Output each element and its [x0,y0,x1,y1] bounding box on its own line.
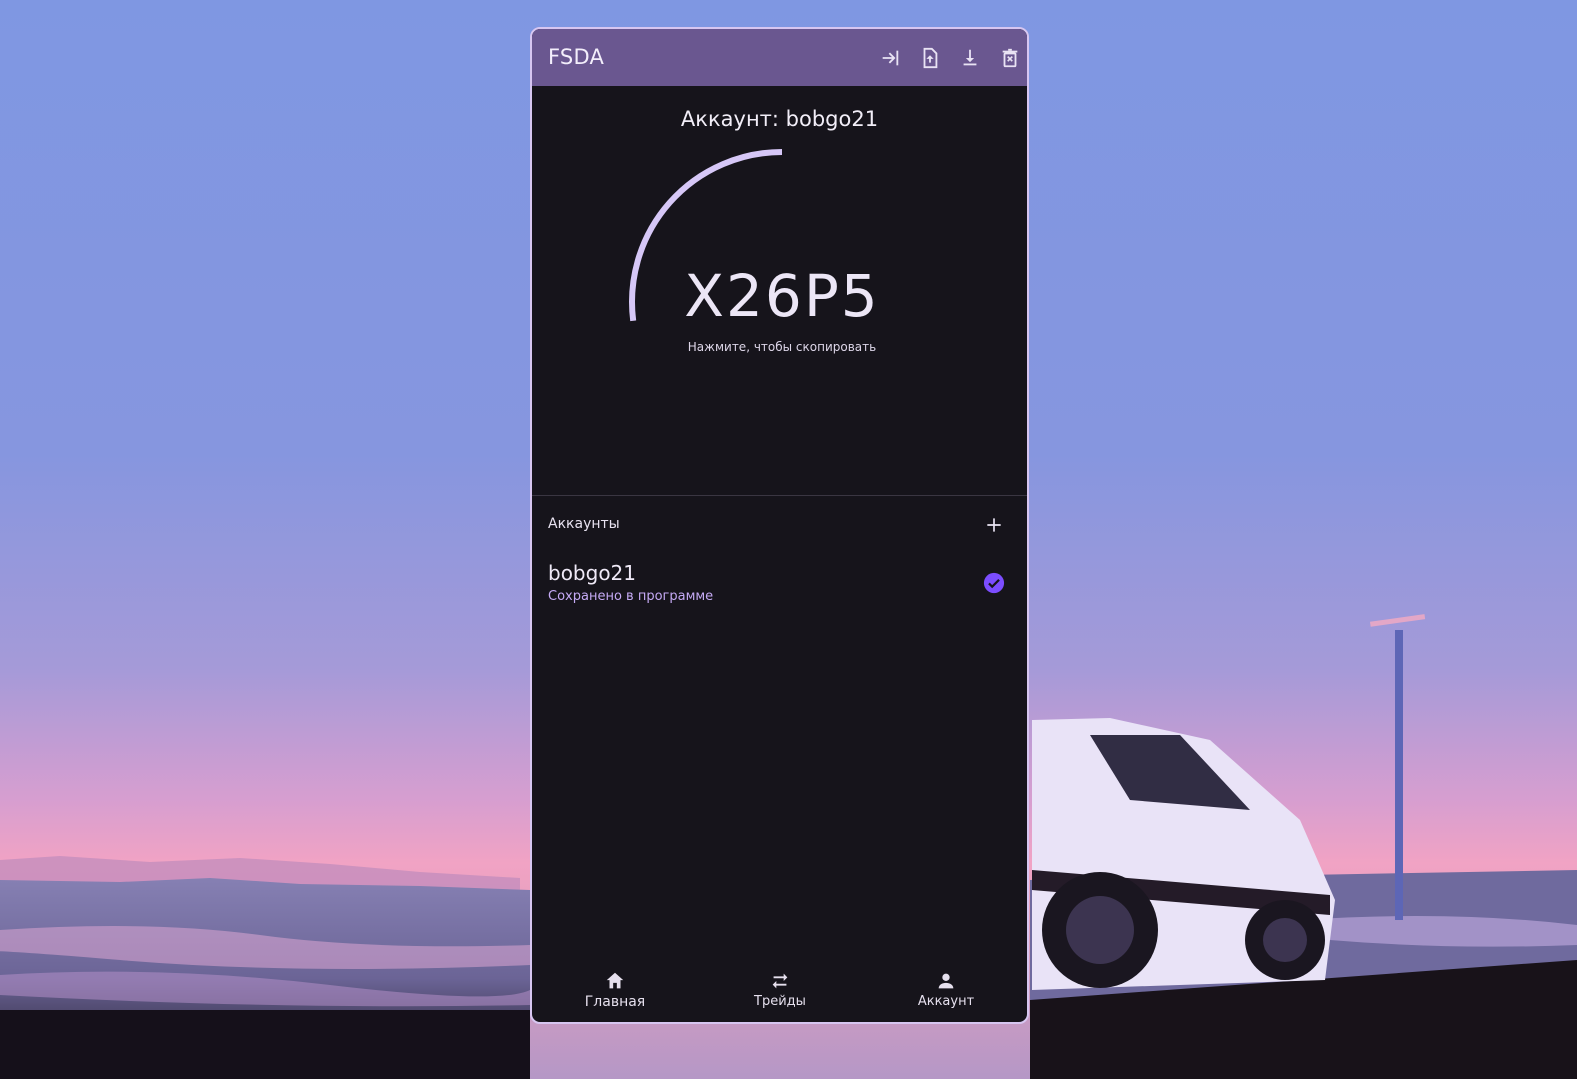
bottom-navigation: Главная Трейды Аккаунт [532,962,1027,1022]
login-button[interactable] [878,46,902,70]
account-list-item[interactable]: bobgo21 Сохранено в программе [532,555,1027,613]
home-icon [606,972,624,989]
account-name: bobgo21 [548,561,637,585]
title-bar: FSDA [532,29,1027,86]
nav-home[interactable]: Главная [555,970,675,1010]
download-button[interactable] [958,46,982,70]
app-window: FSDA Аккаунт: bobgo21 X26P5 Нажмите, что… [530,27,1029,1024]
nav-trades-label: Трейды [754,994,806,1009]
check-circle-icon [983,572,1005,594]
accounts-section-title: Аккаунты [548,516,620,532]
delete-button[interactable] [998,46,1022,70]
nav-account[interactable]: Аккаунт [886,970,1006,1009]
auth-code-copy-area[interactable]: X26P5 Нажмите, чтобы скопировать [612,144,952,394]
auth-code[interactable]: X26P5 [612,262,952,330]
plus-icon [987,518,1001,532]
nav-trades[interactable]: Трейды [720,970,840,1009]
swap-arrows-icon [772,973,788,989]
current-account-heading: Аккаунт: bobgo21 [680,107,879,131]
download-icon [963,49,977,66]
nav-account-label: Аккаунт [917,994,975,1009]
login-icon [882,50,899,66]
file-upload-icon [923,47,938,69]
app-title: FSDA [548,45,605,69]
section-divider [532,495,1027,496]
import-file-button[interactable] [918,46,942,70]
person-icon [938,973,954,989]
delete-icon [1002,48,1018,68]
add-account-button[interactable] [982,513,1006,537]
copy-hint: Нажмите, чтобы скопировать [687,340,877,354]
account-storage-status: Сохранено в программе [548,589,714,604]
desktop: FSDA Аккаунт: bobgo21 X26P5 Нажмите, что… [0,0,1577,1079]
nav-home-label: Главная [584,994,646,1010]
